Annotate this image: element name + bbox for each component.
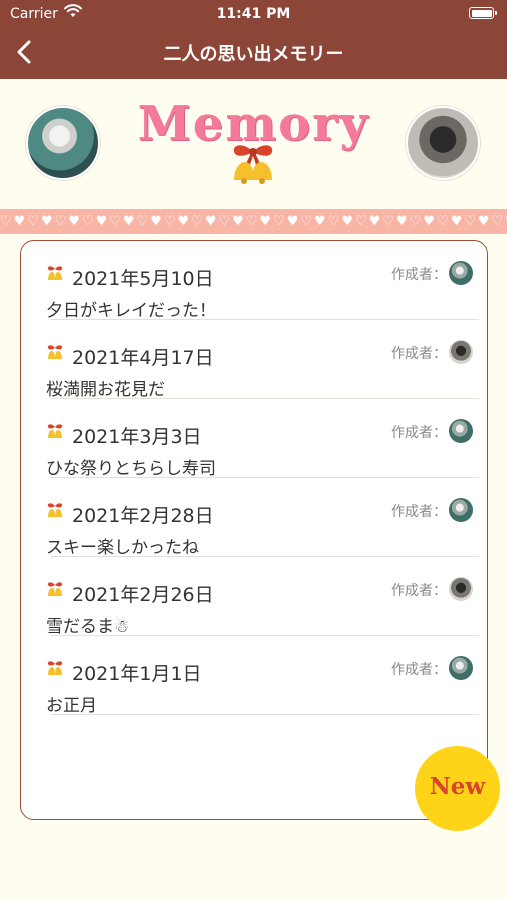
memory-date: 2021年2月26日 [72, 584, 214, 606]
memory-list-item[interactable]: 2021年3月3日 ひな祭りとちらし寿司 作成者： [21, 399, 487, 479]
memory-title: 夕日がキレイだった！ [46, 301, 216, 321]
memory-title: 雪だるま☃ [46, 617, 130, 637]
author-avatar [449, 577, 473, 601]
heart-pattern-divider: ♡♥♡♥♡♥♡♥♡♥♡♥♡♥♡♥♡♥♡♥♡♥♡♥♡♥♡♥♡♥♡♥♡♥♡♥♡♥ [0, 209, 507, 234]
memory-date: 2021年4月17日 [72, 347, 214, 369]
bells-icon [47, 503, 63, 517]
bells-icon [47, 345, 63, 359]
status-time: 11:41 PM [216, 6, 291, 22]
new-button-label: New [429, 773, 486, 800]
author-label: 作成者： [391, 662, 447, 678]
memory-list-item[interactable]: 2021年2月28日 スキー楽しかったね 作成者： [21, 478, 487, 558]
battery-icon [469, 7, 497, 19]
author-label: 作成者： [391, 504, 447, 520]
bells-icon [47, 582, 63, 596]
author-avatar [449, 419, 473, 443]
author-avatar [449, 656, 473, 680]
app-header: Carrier 11:41 PM 二人の思い出メモリー [0, 0, 507, 79]
divider [51, 714, 479, 715]
page-title: 二人の思い出メモリー [163, 44, 344, 65]
memory-list-item[interactable]: 2021年2月26日 雪だるま☃ 作成者： [21, 557, 487, 637]
memory-date: 2021年2月28日 [72, 505, 214, 527]
bells-icon [47, 266, 63, 280]
author-label: 作成者： [391, 267, 447, 283]
status-bar: Carrier 11:41 PM [0, 0, 507, 28]
memory-date: 2021年5月10日 [72, 268, 214, 290]
memory-title: お正月 [46, 696, 97, 716]
memory-list-item[interactable]: 2021年1月1日 お正月 作成者： [21, 636, 487, 716]
memory-title: スキー楽しかったね [46, 538, 199, 558]
new-memory-button[interactable]: New [415, 746, 500, 831]
bells-icon [47, 661, 63, 675]
memory-title: ひな祭りとちらし寿司 [46, 459, 216, 479]
author-label: 作成者： [391, 425, 447, 441]
memory-list-item[interactable]: 2021年5月10日 夕日がキレイだった！ 作成者： [21, 241, 487, 321]
memory-title: 桜満開お花見だ [46, 380, 165, 400]
author-avatar [449, 340, 473, 364]
bells-icon [47, 424, 63, 438]
author-label: 作成者： [391, 583, 447, 599]
christmas-bells-icon [233, 145, 273, 184]
partner-avatar-dog[interactable] [406, 106, 480, 180]
memory-date: 2021年3月3日 [72, 426, 202, 448]
author-avatar [449, 261, 473, 285]
memory-list-item[interactable]: 2021年4月17日 桜満開お花見だ 作成者： [21, 320, 487, 400]
author-avatar [449, 498, 473, 522]
memory-list-card: 2021年5月10日 夕日がキレイだった！ 作成者： 2021年4月17日 桜満… [20, 240, 488, 820]
memory-date: 2021年1月1日 [72, 663, 202, 685]
author-label: 作成者： [391, 346, 447, 362]
